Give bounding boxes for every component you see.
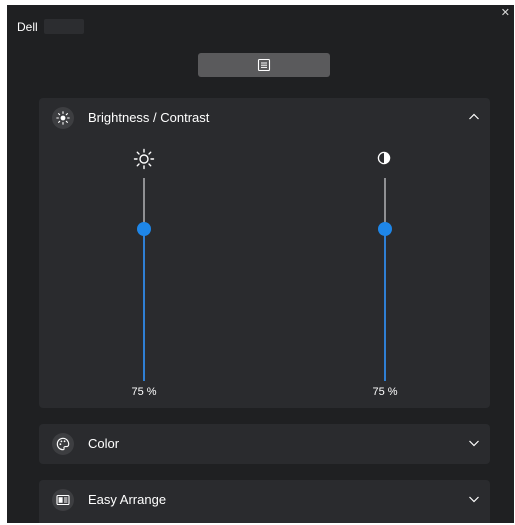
brightness-section-icon-wrap — [52, 107, 74, 129]
brightness-icon — [56, 111, 70, 125]
color-section-icon-wrap — [52, 433, 74, 455]
close-icon[interactable]: ✕ — [501, 7, 510, 19]
menu-view-button[interactable] — [198, 53, 330, 77]
color-section: Color — [39, 424, 490, 464]
contrast-slider-fill — [384, 229, 386, 381]
brightness-contrast-title: Brightness / Contrast — [88, 110, 210, 125]
layout-grid-icon — [56, 494, 70, 506]
contrast-value: 75 % — [372, 386, 398, 398]
chevron-down-icon[interactable] — [468, 437, 480, 449]
brightness-slider-sun-icon — [133, 148, 155, 170]
app-title-text: Dell — [17, 19, 38, 34]
monitor-model-placeholder — [43, 19, 84, 34]
brightness-contrast-header[interactable]: Brightness / Contrast — [39, 98, 490, 138]
brightness-slider-thumb[interactable] — [137, 222, 151, 236]
brightness-value: 75 % — [131, 386, 157, 398]
brightness-contrast-section: Brightness / Contrast 75 % 75 % — [39, 98, 490, 408]
color-header[interactable]: Color — [39, 424, 490, 464]
brightness-slider[interactable] — [137, 178, 151, 381]
easy-arrange-title: Easy Arrange — [88, 492, 167, 507]
color-title: Color — [88, 436, 120, 451]
easy-arrange-header[interactable]: Easy Arrange — [39, 480, 490, 520]
contrast-slider[interactable] — [378, 178, 392, 381]
chevron-up-icon[interactable] — [468, 111, 480, 123]
palette-icon — [56, 437, 70, 451]
app-title: Dell — [17, 19, 84, 34]
brightness-slider-fill — [143, 229, 145, 381]
contrast-slider-thumb[interactable] — [378, 222, 392, 236]
easy-arrange-section: Easy Arrange — [39, 480, 490, 523]
chevron-down-icon[interactable] — [468, 493, 480, 505]
list-document-icon — [257, 58, 271, 72]
easy-arrange-icon-wrap — [52, 489, 74, 511]
contrast-icon — [377, 151, 391, 165]
app-window: ✕ Dell Brightness / Contrast 75 % 75 % C… — [7, 5, 514, 523]
